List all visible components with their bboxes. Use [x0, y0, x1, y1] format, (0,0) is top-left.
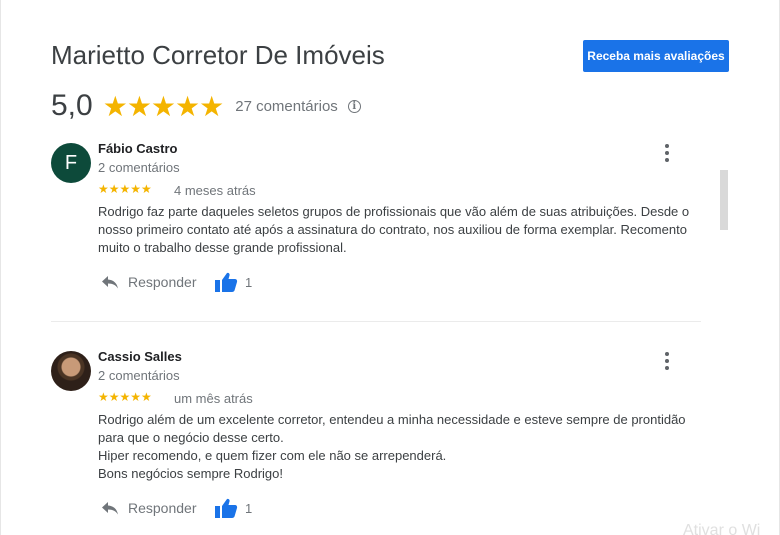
- review-date: 4 meses atrás: [174, 183, 256, 198]
- like-count: 1: [245, 500, 253, 516]
- window-border-left: [0, 0, 1, 535]
- review-text: Rodrigo além de um excelente corretor, e…: [98, 411, 698, 483]
- review-text-line: muito o trabalho desse grande profission…: [98, 240, 347, 255]
- reply-button[interactable]: Responder: [100, 274, 197, 290]
- review-date: um mês atrás: [174, 391, 253, 406]
- os-activation-watermark: Ativar o Wi: [683, 522, 761, 535]
- reply-label: Responder: [128, 274, 197, 290]
- review-text-line: Rodrigo além de um excelente corretor, e…: [98, 412, 686, 427]
- reviewer-name[interactable]: Fábio Castro: [98, 141, 177, 156]
- reply-arrow-icon: [102, 502, 118, 515]
- review-count[interactable]: 27 comentários: [235, 98, 338, 115]
- review-text: Rodrigo faz parte daqueles seletos grupo…: [98, 203, 698, 257]
- scrollbar-thumb[interactable]: [720, 170, 728, 230]
- review-stars-icon: ★★★★★: [98, 182, 152, 196]
- reply-label: Responder: [128, 500, 197, 516]
- info-icon[interactable]: i: [347, 99, 361, 113]
- avatar[interactable]: [51, 351, 91, 391]
- like-button[interactable]: 1: [214, 271, 252, 293]
- like-button[interactable]: 1: [214, 497, 252, 519]
- get-more-reviews-button[interactable]: Receba mais avaliações: [583, 40, 729, 72]
- review-text-line: Bons negócios sempre Rodrigo!: [98, 466, 283, 481]
- rating-summary: 5,0 ★★★★★ 27 comentários i: [51, 86, 361, 126]
- reply-button[interactable]: Responder: [100, 500, 197, 516]
- rating-stars-icon: ★★★★★: [102, 90, 225, 122]
- avatar[interactable]: F: [51, 143, 91, 183]
- reply-arrow-icon: [102, 276, 118, 289]
- review-divider: [51, 321, 701, 322]
- thumbs-up-icon: [215, 498, 238, 518]
- thumbs-up-icon: [215, 272, 238, 292]
- average-rating: 5,0: [51, 89, 93, 122]
- reviewer-name[interactable]: Cassio Salles: [98, 349, 182, 364]
- reviewer-review-count: 2 comentários: [98, 368, 180, 383]
- reviews-dialog: Marietto Corretor De Imóveis Receba mais…: [0, 0, 780, 535]
- review-stars-icon: ★★★★★: [98, 390, 152, 404]
- review-text-line: para que o negócio desse certo.: [98, 430, 284, 445]
- review-text-line: nosso primeiro contato até após a assina…: [98, 222, 687, 237]
- more-vert-icon[interactable]: [661, 143, 673, 163]
- more-vert-icon[interactable]: [661, 351, 673, 371]
- review-text-line: Hiper recomendo, e quem fizer com ele nã…: [98, 448, 447, 463]
- review-text-line: Rodrigo faz parte daqueles seletos grupo…: [98, 204, 690, 219]
- reviewer-review-count: 2 comentários: [98, 160, 180, 175]
- like-count: 1: [245, 274, 253, 290]
- business-title: Marietto Corretor De Imóveis: [51, 40, 385, 70]
